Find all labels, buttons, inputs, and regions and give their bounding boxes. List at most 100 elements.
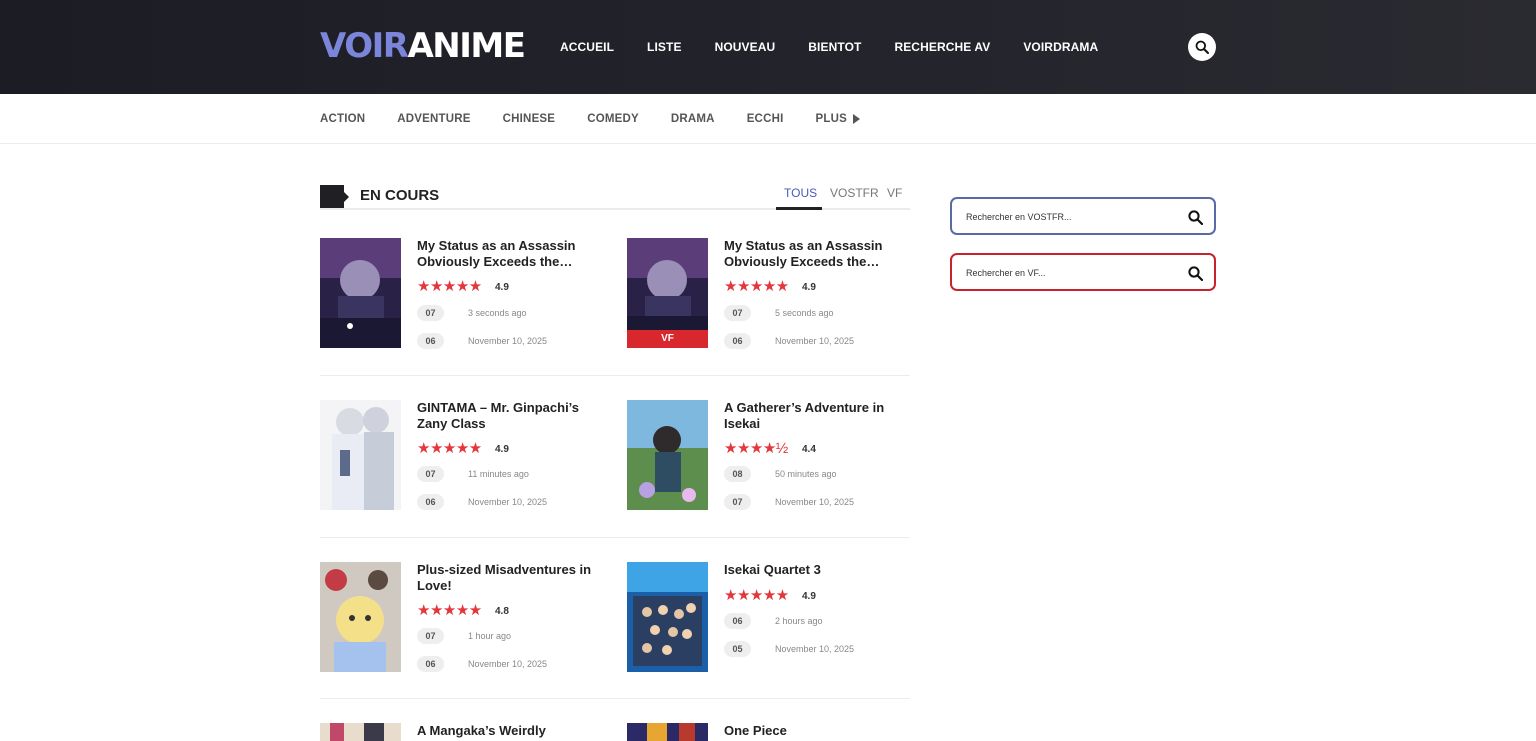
star-rating: ★★★★½: [724, 440, 788, 457]
genre-more-label: PLUS: [815, 113, 847, 125]
nav-accueil[interactable]: ACCUEIL: [560, 40, 614, 54]
rating-value: 4.4: [802, 444, 816, 455]
genre-comedy[interactable]: COMEDY: [587, 113, 639, 125]
anime-title[interactable]: My Status as an Assassin Obviously Excee…: [724, 238, 919, 269]
episode-date: November 10, 2025: [468, 497, 548, 507]
anime-thumbnail[interactable]: [627, 400, 708, 510]
section-icon: [320, 185, 349, 209]
star-rating: ★★★★★: [724, 278, 789, 295]
main-nav: ACCUEIL LISTE NOUVEAU BIENTOT RECHERCHE …: [560, 40, 1131, 54]
episode-time: 1 hour ago: [468, 631, 512, 641]
genre-list: ACTION ADVENTURE CHINESE COMEDY DRAMA EC…: [320, 113, 892, 125]
anime-title[interactable]: A Gatherer’s Adventure in Isekai: [724, 400, 919, 431]
anime-card[interactable]: A Gatherer’s Adventure in Isekai ★★★★½ 4…: [627, 400, 917, 512]
logo-part-voir: VOIR: [320, 26, 409, 66]
episode-time: 50 minutes ago: [775, 469, 837, 479]
tab-active-indicator: [776, 207, 822, 210]
star-rating: ★★★★★: [417, 602, 482, 619]
episode-chip[interactable]: 06: [417, 494, 444, 510]
row-divider: [320, 375, 910, 376]
anime-card[interactable]: One Piece: [627, 723, 917, 741]
nav-bientot[interactable]: BIENTOT: [808, 40, 861, 54]
episode-chip[interactable]: 07: [417, 305, 444, 321]
anime-thumbnail[interactable]: VF: [627, 238, 708, 348]
episode-time: 3 seconds ago: [468, 308, 527, 318]
search-icon[interactable]: [1188, 266, 1203, 281]
anime-thumbnail[interactable]: [320, 238, 401, 348]
genre-drama[interactable]: DRAMA: [671, 113, 715, 125]
nav-liste[interactable]: LISTE: [647, 40, 682, 54]
top-header: VOIRANIME ACCUEIL LISTE NOUVEAU BIENTOT …: [0, 0, 1536, 94]
anime-card[interactable]: Plus-sized Misadventures in Love! ★★★★★ …: [320, 562, 610, 674]
anime-thumbnail[interactable]: [320, 562, 401, 672]
episode-date: November 10, 2025: [775, 497, 855, 507]
vf-search-input[interactable]: [966, 265, 1176, 281]
anime-thumbnail[interactable]: [627, 723, 708, 741]
anime-thumbnail[interactable]: [627, 562, 708, 672]
genre-chinese[interactable]: CHINESE: [503, 113, 556, 125]
anime-card[interactable]: GINTAMA – Mr. Ginpachi’s Zany Class ★★★★…: [320, 400, 610, 512]
episode-chip[interactable]: 06: [724, 333, 751, 349]
episode-date: November 10, 2025: [775, 644, 855, 654]
vf-badge: VF: [627, 330, 708, 348]
nav-voirdrama[interactable]: VOIRDRAMA: [1023, 40, 1098, 54]
star-rating: ★★★★★: [724, 587, 789, 604]
section-title: EN COURS: [360, 187, 440, 204]
anime-card[interactable]: VF My Status as an Assassin Obviously Ex…: [627, 238, 917, 350]
tab-vf[interactable]: VF: [887, 186, 902, 200]
tab-tous[interactable]: TOUS: [784, 186, 817, 200]
tab-vostfr[interactable]: VOSTFR: [830, 186, 879, 200]
episode-chip[interactable]: 06: [417, 656, 444, 672]
anime-card[interactable]: Isekai Quartet 3 ★★★★★ 4.9 06 2 hours ag…: [627, 562, 917, 674]
genre-more-button[interactable]: PLUS: [815, 113, 860, 125]
anime-card[interactable]: A Mangaka’s Weirdly: [320, 723, 610, 741]
rating-value: 4.9: [802, 591, 816, 602]
rating-value: 4.8: [495, 606, 509, 617]
episode-chip[interactable]: 07: [417, 466, 444, 482]
star-rating: ★★★★★: [417, 440, 482, 457]
row-divider: [320, 698, 910, 699]
rating-value: 4.9: [495, 444, 509, 455]
anime-title[interactable]: My Status as an Assassin Obviously Excee…: [417, 238, 612, 269]
header-search-button[interactable]: [1188, 33, 1216, 61]
vf-search-box: [950, 253, 1216, 291]
row-divider: [320, 537, 910, 538]
search-icon: [1195, 40, 1209, 54]
anime-thumbnail[interactable]: [320, 723, 401, 741]
star-rating: ★★★★★: [417, 278, 482, 295]
anime-title[interactable]: A Mangaka’s Weirdly: [417, 723, 612, 739]
vostfr-search-box: [950, 197, 1216, 235]
episode-chip[interactable]: 05: [724, 641, 751, 657]
episode-chip[interactable]: 07: [417, 628, 444, 644]
triangle-right-icon: [852, 114, 860, 124]
episode-chip[interactable]: 08: [724, 466, 751, 482]
episode-time: 5 seconds ago: [775, 308, 834, 318]
episode-chip[interactable]: 06: [724, 613, 751, 629]
search-icon[interactable]: [1188, 210, 1203, 225]
anime-card[interactable]: My Status as an Assassin Obviously Excee…: [320, 238, 610, 350]
episode-time: 2 hours ago: [775, 616, 823, 626]
anime-title[interactable]: Isekai Quartet 3: [724, 562, 919, 578]
episode-chip[interactable]: 06: [417, 333, 444, 349]
episode-date: November 10, 2025: [468, 659, 548, 669]
genre-action[interactable]: ACTION: [320, 113, 365, 125]
episode-time: 11 minutes ago: [468, 469, 529, 479]
genre-adventure[interactable]: ADVENTURE: [397, 113, 470, 125]
episode-chip[interactable]: 07: [724, 305, 751, 321]
rating-value: 4.9: [802, 282, 816, 293]
nav-nouveau[interactable]: NOUVEAU: [715, 40, 776, 54]
episode-date: November 10, 2025: [775, 336, 855, 346]
anime-title[interactable]: One Piece: [724, 723, 919, 739]
rating-value: 4.9: [495, 282, 509, 293]
genre-bar: ACTION ADVENTURE CHINESE COMEDY DRAMA EC…: [0, 94, 1536, 144]
nav-recherche-av[interactable]: RECHERCHE AV: [894, 40, 990, 54]
episode-date: November 10, 2025: [468, 336, 548, 346]
anime-title[interactable]: Plus-sized Misadventures in Love!: [417, 562, 612, 593]
anime-thumbnail[interactable]: [320, 400, 401, 510]
vostfr-search-input[interactable]: [966, 209, 1176, 225]
logo-part-anime: ANIME: [407, 26, 525, 66]
genre-ecchi[interactable]: ECCHI: [747, 113, 784, 125]
episode-chip[interactable]: 07: [724, 494, 751, 510]
anime-title[interactable]: GINTAMA – Mr. Ginpachi’s Zany Class: [417, 400, 612, 431]
site-logo[interactable]: VOIRANIME: [320, 26, 526, 66]
